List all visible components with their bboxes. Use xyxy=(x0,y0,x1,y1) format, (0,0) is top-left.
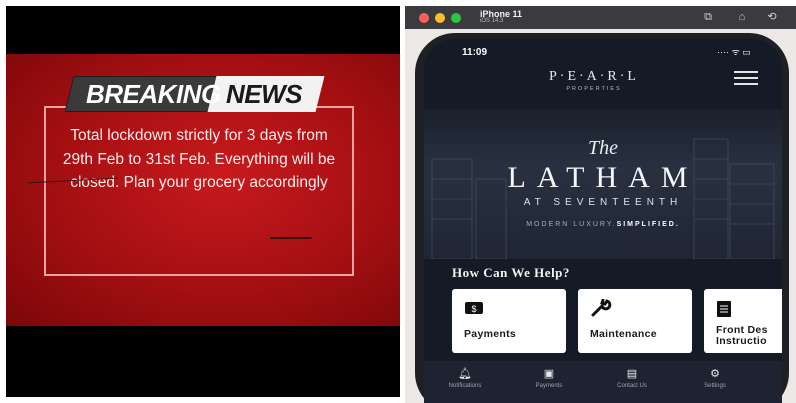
chat-icon: ▤ xyxy=(626,368,638,380)
os-version: iOS 14.3 xyxy=(480,18,504,24)
tab-label: Settings xyxy=(704,383,726,389)
news-message: Total lockdown strictly for 3 days from … xyxy=(62,127,336,191)
logo-subtitle: PROPERTIES xyxy=(566,86,622,92)
payments-card-label: Payments xyxy=(464,328,517,340)
breaking-news-image: BREAKING NEWS Total lockdown strictly fo… xyxy=(6,6,400,397)
simulator-window: iPhone 11 iOS 14.3 ⧉ ⌂ ⟲ 11:09 ···· ᯤ ▭ … xyxy=(405,6,796,403)
screenshot-icon[interactable]: ⧉ xyxy=(701,11,715,23)
simulator-titlebar: iPhone 11 iOS 14.3 ⧉ ⌂ ⟲ xyxy=(405,6,796,29)
front-desk-card[interactable]: Front Des Instructio xyxy=(704,289,782,353)
clipboard-icon xyxy=(716,299,732,322)
tab-contact-us[interactable]: ▤ Contact Us xyxy=(597,367,667,389)
bell-icon: 🔔︎ xyxy=(458,368,472,380)
app-screen: 11:09 ···· ᯤ ▭ P·E·A·R·L PROPERTIES The … xyxy=(424,39,782,403)
hero-the: The xyxy=(588,137,618,159)
tagline-plain: MODERN LUXURY. xyxy=(526,221,617,228)
gear-icon: ⚙ xyxy=(710,368,720,380)
maintenance-card-label: Maintenance xyxy=(590,328,657,340)
status-icons: ···· ᯤ ▭ xyxy=(717,47,751,57)
rotate-icon[interactable]: ⟲ xyxy=(765,11,779,23)
tab-notifications[interactable]: 🔔︎ Notifications xyxy=(430,367,500,389)
front-desk-card-label: Front Des Instructio xyxy=(716,324,768,347)
svg-text:$: $ xyxy=(471,304,476,314)
minimize-window-button[interactable] xyxy=(435,13,445,23)
news-red-background: BREAKING NEWS Total lockdown strictly fo… xyxy=(6,54,400,326)
hamburger-menu-icon[interactable] xyxy=(734,71,758,85)
help-section-title: How Can We Help? xyxy=(452,265,570,280)
tab-label: Contact Us xyxy=(617,383,647,389)
wrench-icon xyxy=(590,298,612,322)
payments-icon: $ xyxy=(464,299,484,320)
bottom-tab-bar: 🔔︎ Notifications ▣ Payments ▤ Contact Us ⚙ S… xyxy=(424,361,782,403)
payments-icon: ▣ xyxy=(543,368,555,380)
breaking-label: BREAKING xyxy=(86,79,221,109)
tagline-bold: SIMPLIFIED. xyxy=(616,221,680,228)
status-time: 11:09 xyxy=(462,47,488,58)
scribble-line xyxy=(270,237,312,239)
payments-card[interactable]: $ Payments xyxy=(452,289,566,353)
home-icon[interactable]: ⌂ xyxy=(735,11,749,23)
maintenance-card[interactable]: Maintenance xyxy=(578,289,692,353)
tab-label: Payments xyxy=(535,383,563,389)
news-label: NEWS xyxy=(226,79,303,109)
hero-subtitle: AT SEVENTEENTH xyxy=(523,197,683,208)
tab-payments[interactable]: ▣ Payments xyxy=(514,367,584,389)
close-window-button[interactable] xyxy=(419,13,429,23)
tab-label: Notifications xyxy=(448,383,482,389)
hero-banner: The LATHAM AT SEVENTEENTH MODERN LUXURY.… xyxy=(424,109,782,259)
hero-title: LATHAM xyxy=(507,161,699,194)
hero-tagline: MODERN LUXURY.SIMPLIFIED. xyxy=(424,221,782,228)
tab-settings[interactable]: ⚙ Settings xyxy=(680,367,750,389)
pearl-logo: P·E·A·R·L xyxy=(549,69,639,84)
maximize-window-button[interactable] xyxy=(451,13,461,23)
